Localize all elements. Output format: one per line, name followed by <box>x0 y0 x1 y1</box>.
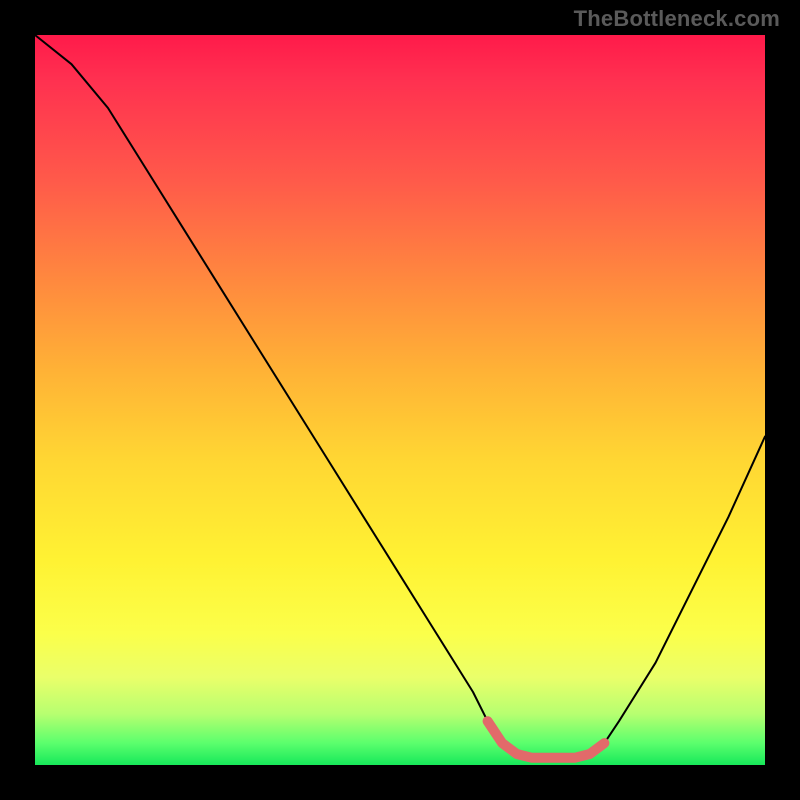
chart-svg <box>35 35 765 765</box>
plot-area <box>35 35 765 765</box>
watermark-label: TheBottleneck.com <box>574 6 780 32</box>
optimal-range-marker <box>488 721 605 758</box>
chart-frame: TheBottleneck.com <box>0 0 800 800</box>
bottleneck-curve <box>35 35 765 758</box>
